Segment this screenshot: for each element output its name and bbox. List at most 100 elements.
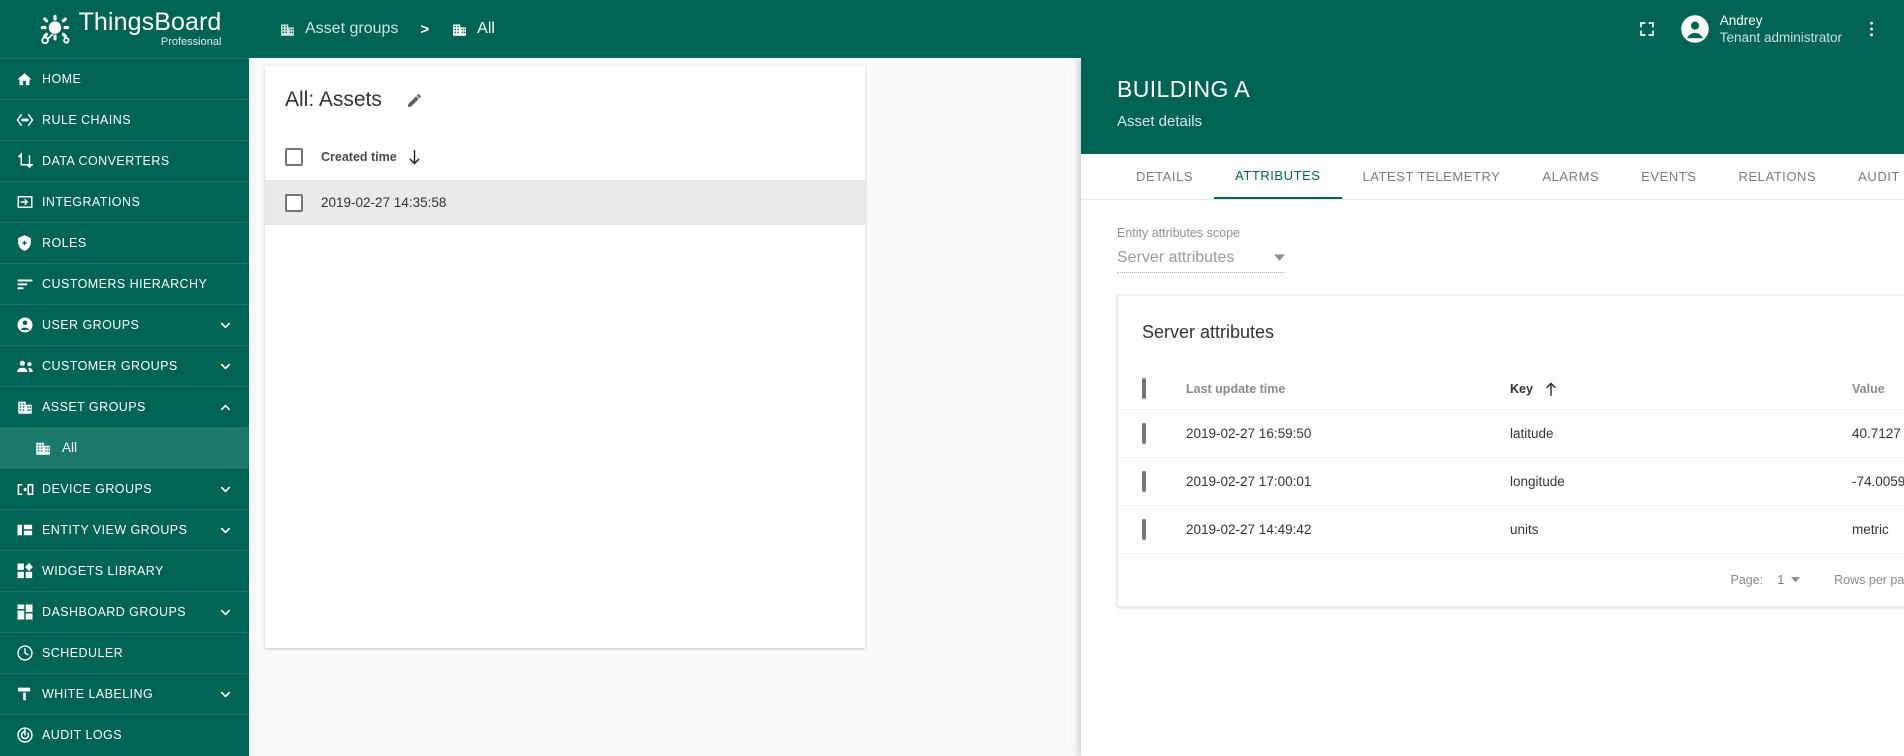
shield-icon (16, 234, 42, 252)
user-menu[interactable]: Andrey Tenant administrator (1670, 12, 1848, 47)
pencil-icon[interactable] (406, 92, 423, 109)
data-converters-icon (16, 152, 42, 170)
chevron-up-icon[interactable] (218, 400, 233, 415)
row-checkbox[interactable] (1142, 470, 1146, 492)
sidebar-item-audit-logs[interactable]: AUDIT LOGS (0, 714, 249, 755)
table-row[interactable]: 2019-02-27 14:35:58 (265, 181, 865, 225)
sidebar-item-widgets-library[interactable]: WIDGETS LIBRARY (0, 550, 249, 591)
sidebar-item-data-converters[interactable]: DATA CONVERTERS (0, 140, 249, 181)
sidebar-item-customers-hierarchy[interactable]: CUSTOMERS HIERARCHY (0, 263, 249, 304)
brand-title: ThingsBoard (78, 8, 222, 36)
attributes-scope-value: Server attributes (1117, 249, 1235, 266)
sidebar-item-label: WHITE LABELING (42, 687, 154, 701)
select-all-checkbox[interactable] (285, 148, 303, 166)
user-role: Tenant administrator (1719, 30, 1842, 45)
brand-subtitle: Professional (160, 36, 222, 48)
sidebar-item-device-groups[interactable]: DEVICE GROUPS (0, 468, 249, 509)
attributes-table-header: Last update time Key Value (1118, 368, 1904, 410)
cell-key: latitude (1510, 426, 1554, 441)
cell-key: units (1510, 522, 1539, 537)
chevron-down-icon[interactable] (218, 482, 233, 497)
breadcrumb-all[interactable]: All (451, 20, 495, 38)
widgets-icon (16, 562, 42, 580)
chevron-down-icon[interactable] (218, 523, 233, 538)
table-row[interactable]: 2019-02-27 14:49:42 units metric (1118, 506, 1904, 554)
column-header-value[interactable]: Value (1852, 382, 1904, 396)
select-all-attributes-checkbox[interactable] (1142, 377, 1146, 399)
brand-logo[interactable]: ThingsBoard Professional (0, 0, 249, 58)
sidebar-item-integrations[interactable]: INTEGRATIONS (0, 181, 249, 222)
chevron-down-icon[interactable] (218, 605, 233, 620)
sidebar-item-label: USER GROUPS (42, 318, 140, 332)
attributes-table-title: Server attributes (1142, 321, 1275, 342)
page-select[interactable]: 1 (1777, 573, 1801, 587)
rows-per-page-label: Rows per page: (1834, 573, 1904, 587)
chevron-down-icon[interactable] (218, 687, 233, 702)
tab-events[interactable]: EVENTS (1620, 154, 1717, 199)
tab-relations[interactable]: RELATIONS (1718, 154, 1838, 199)
sidebar-item-label: ENTITY VIEW GROUPS (42, 523, 188, 537)
row-checkbox[interactable] (285, 193, 303, 212)
chevron-down-icon (1791, 577, 1801, 583)
table-row[interactable]: 2019-02-27 16:59:50 latitude 40.7127 (1118, 410, 1904, 458)
sidebar-item-roles[interactable]: ROLES (0, 222, 249, 263)
cell-last-update-time: 2019-02-27 17:00:01 (1186, 474, 1312, 489)
attributes-paginator: Page: 1 Rows per page: 5 1 - 3 of 3 (1118, 554, 1904, 606)
sidebar-item-label: DASHBOARD GROUPS (42, 605, 187, 619)
cell-key: longitude (1510, 474, 1565, 489)
sidebar-item-white-labeling[interactable]: WHITE LABELING (0, 673, 249, 714)
sidebar-item-user-groups[interactable]: USER GROUPS (0, 304, 249, 345)
sidebar-item-asset-groups-all[interactable]: All (0, 427, 249, 468)
page-label: Page: (1730, 573, 1764, 587)
sidebar-item-home[interactable]: HOME (0, 58, 249, 99)
chevron-down-icon[interactable] (218, 318, 233, 333)
table-row[interactable]: 2019-02-27 17:00:01 longitude -74.0059 (1118, 458, 1904, 506)
column-header-last-update-time[interactable]: Last update time (1186, 382, 1510, 396)
integrations-icon (16, 193, 42, 211)
breadcrumb-label: All (477, 20, 495, 37)
page-value: 1 (1777, 573, 1785, 587)
tab-audit-logs[interactable]: AUDIT LOGS (1837, 154, 1904, 199)
paint-roller-icon (16, 685, 42, 703)
more-vertical-icon[interactable] (1852, 10, 1890, 48)
people-icon (16, 359, 42, 374)
sort-desc-icon[interactable] (407, 149, 422, 166)
cell-last-update-time: 2019-02-27 16:59:50 (1186, 426, 1312, 441)
sidebar-item-label: AUDIT LOGS (42, 728, 122, 742)
column-header-key[interactable]: Key (1510, 381, 1852, 397)
chevron-down-icon[interactable] (218, 359, 233, 374)
rule-chains-icon (16, 113, 42, 127)
audit-logs-icon (16, 726, 42, 744)
tab-alarms[interactable]: ALARMS (1521, 154, 1620, 199)
tab-attributes[interactable]: ATTRIBUTES (1214, 154, 1342, 199)
sidebar-item-label: ROLES (42, 236, 87, 250)
tab-details[interactable]: DETAILS (1115, 154, 1214, 199)
column-header-created-time[interactable]: Created time (321, 150, 397, 164)
topbar-right-actions: Andrey Tenant administrator (1628, 10, 1890, 48)
sidebar-item-customer-groups[interactable]: CUSTOMER GROUPS (0, 345, 249, 386)
sidebar-item-label: HOME (42, 72, 82, 86)
thingsboard-logo-icon (38, 12, 72, 46)
dashboard-icon (16, 603, 42, 621)
sidebar-item-dashboard-groups[interactable]: DASHBOARD GROUPS (0, 591, 249, 632)
row-checkbox[interactable] (1142, 422, 1146, 444)
details-tabs: DETAILS ATTRIBUTES LATEST TELEMETRY ALAR… (1081, 154, 1904, 200)
tab-latest-telemetry[interactable]: LATEST TELEMETRY (1342, 154, 1522, 199)
device-icon (16, 482, 42, 497)
sidebar-item-rule-chains[interactable]: RULE CHAINS (0, 99, 249, 140)
column-header-key-label: Key (1510, 381, 1533, 396)
sidebar-item-asset-groups[interactable]: ASSET GROUPS (0, 386, 249, 427)
thingsboard-app: ThingsBoard Professional HOME RULE CHAIN… (0, 0, 1904, 756)
details-header: BUILDING A Asset details (1081, 58, 1904, 154)
fullscreen-icon[interactable] (1628, 10, 1666, 48)
row-checkbox[interactable] (1142, 518, 1146, 540)
sidebar-item-entity-view-groups[interactable]: ENTITY VIEW GROUPS (0, 509, 249, 550)
attributes-scope-select[interactable]: Server attributes (1117, 249, 1285, 273)
breadcrumb-asset-groups[interactable]: Asset groups (279, 20, 398, 38)
user-name: Andrey (1719, 12, 1763, 28)
assets-column-header: Created time (265, 134, 865, 181)
assets-list-header: All: Assets (265, 66, 865, 134)
sidebar-item-scheduler[interactable]: SCHEDULER (0, 632, 249, 673)
details-title: BUILDING A (1117, 76, 1251, 102)
sidebar-child-label: All (62, 440, 78, 455)
